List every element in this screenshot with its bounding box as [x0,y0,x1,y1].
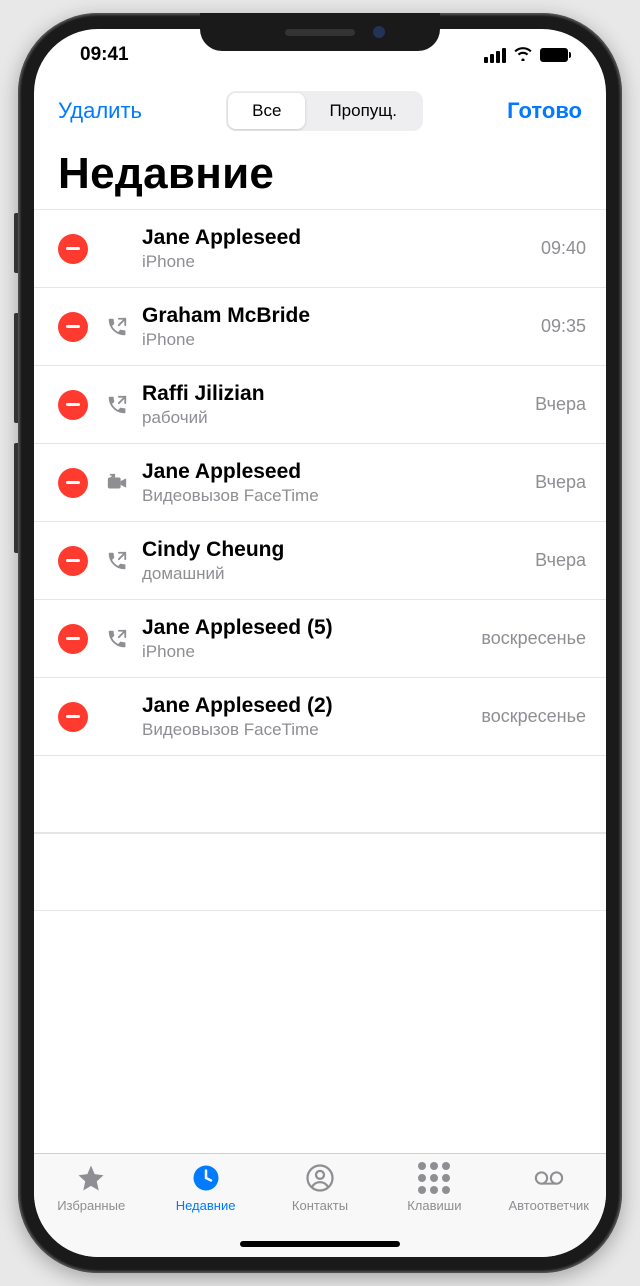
call-main: Raffi Jilizianрабочий [142,382,527,428]
empty-row [34,833,606,911]
status-icons [484,45,576,66]
video-outgoing-icon [104,472,130,494]
tab-label: Автоответчик [509,1198,589,1213]
status-time: 09:41 [64,44,129,66]
call-subtitle: Видеовызов FaceTime [142,720,473,740]
tab-label: Клавиши [407,1198,461,1213]
call-main: Jane Appleseed (2)Видеовызов FaceTime [142,694,473,740]
tab-label: Недавние [176,1198,236,1213]
tab-recents[interactable]: Недавние [148,1162,262,1213]
call-main: Graham McBrideiPhone [142,304,533,350]
call-time: 09:35 [541,316,586,337]
call-row[interactable]: Raffi Jilizianрабочий Вчера [34,365,606,443]
speaker [285,29,355,36]
delete-minus-icon[interactable] [58,234,88,264]
call-row[interactable]: Graham McBrideiPhone 09:35 [34,287,606,365]
call-row[interactable]: Jane AppleseediPhone 09:40 [34,209,606,287]
call-time: Вчера [535,550,586,571]
tab-contacts[interactable]: Контакты [263,1162,377,1213]
done-button[interactable]: Готово [507,98,582,124]
tab-label: Избранные [57,1198,125,1213]
segment-all[interactable]: Все [228,93,305,129]
call-row[interactable]: Jane AppleseedВидеовызов FaceTime Вчера [34,443,606,521]
nav-bar: Удалить Все Пропущ. Готово [34,81,606,145]
segment-missed[interactable]: Пропущ. [305,93,421,129]
empty-row [34,755,606,833]
contact-icon [305,1162,335,1194]
notch [200,13,440,51]
call-time: Вчера [535,394,586,415]
call-subtitle: Видеовызов FaceTime [142,486,527,506]
delete-minus-icon[interactable] [58,546,88,576]
battery-icon [540,48,568,62]
call-main: Jane AppleseedВидеовызов FaceTime [142,460,527,506]
call-main: Cindy Cheungдомашний [142,538,527,584]
call-name: Jane Appleseed [142,226,533,250]
call-name: Jane Appleseed [142,460,527,484]
call-outgoing-icon [104,394,130,416]
call-outgoing-icon [104,550,130,572]
recents-list[interactable]: Jane AppleseediPhone09:40Graham McBridei… [34,209,606,1153]
cellular-signal-icon [484,48,506,63]
call-subtitle: iPhone [142,330,533,350]
keypad-icon [418,1162,450,1194]
tab-label: Контакты [292,1198,348,1213]
front-camera [373,26,385,38]
delete-minus-icon[interactable] [58,468,88,498]
call-subtitle: iPhone [142,642,473,662]
call-main: Jane Appleseed (5)iPhone [142,616,473,662]
tab-favorites[interactable]: Избранные [34,1162,148,1213]
call-time: Вчера [535,472,586,493]
voicemail-icon [534,1162,564,1194]
star-icon [76,1162,106,1194]
call-row[interactable]: Jane Appleseed (5)iPhone воскресенье [34,599,606,677]
call-main: Jane AppleseediPhone [142,226,533,272]
delete-minus-icon[interactable] [58,312,88,342]
delete-minus-icon[interactable] [58,390,88,420]
delete-minus-icon[interactable] [58,624,88,654]
clock-icon [191,1162,221,1194]
segmented-control[interactable]: Все Пропущ. [226,91,423,131]
home-indicator[interactable] [240,1241,400,1247]
call-name: Cindy Cheung [142,538,527,562]
call-time: воскресенье [481,628,586,649]
call-name: Jane Appleseed (5) [142,616,473,640]
call-outgoing-icon [104,628,130,650]
tab-bar: Избранные Недавние Контакты Клавиши [34,1153,606,1257]
call-time: воскресенье [481,706,586,727]
screen: 09:41 Удалить Все Пропущ. Готово Недавни… [34,29,606,1257]
call-subtitle: iPhone [142,252,533,272]
delete-minus-icon[interactable] [58,702,88,732]
call-name: Jane Appleseed (2) [142,694,473,718]
call-subtitle: домашний [142,564,527,584]
wifi-icon [513,45,533,66]
call-outgoing-icon [104,316,130,338]
tab-keypad[interactable]: Клавиши [377,1162,491,1213]
tab-voicemail[interactable]: Автоответчик [492,1162,606,1213]
delete-button[interactable]: Удалить [58,98,142,124]
call-subtitle: рабочий [142,408,527,428]
call-time: 09:40 [541,238,586,259]
call-name: Raffi Jilizian [142,382,527,406]
call-row[interactable]: Cindy Cheungдомашний Вчера [34,521,606,599]
call-name: Graham McBride [142,304,533,328]
device-frame: 09:41 Удалить Все Пропущ. Готово Недавни… [18,13,622,1273]
page-title: Недавние [34,145,606,209]
call-row[interactable]: Jane Appleseed (2)Видеовызов FaceTime вос… [34,677,606,755]
